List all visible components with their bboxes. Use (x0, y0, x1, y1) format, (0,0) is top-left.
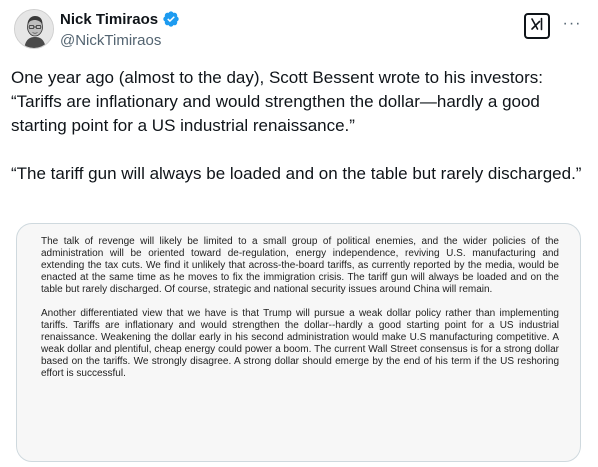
document-paragraph: Another differentiated view that we have… (41, 308, 559, 379)
verified-badge-icon[interactable] (162, 10, 180, 28)
grok-button[interactable] (524, 13, 550, 39)
tweet-paragraph: One year ago (almost to the day), Scott … (11, 68, 548, 135)
author-handle[interactable]: @NickTimiraos (60, 32, 161, 49)
tweet-text: One year ago (almost to the day), Scott … (11, 66, 591, 186)
attached-image[interactable]: The talk of revenge will likely be limit… (16, 223, 581, 462)
document-excerpt: The talk of revenge will likely be limit… (41, 236, 559, 380)
document-paragraph: The talk of revenge will likely be limit… (41, 236, 559, 295)
more-icon: ··· (562, 15, 582, 32)
more-options-button[interactable]: ··· (561, 12, 583, 36)
tweet-paragraph: “The tariff gun will always be loaded an… (11, 164, 582, 183)
author-name[interactable]: Nick Timiraos (60, 11, 158, 28)
grok-icon (529, 16, 545, 37)
avatar[interactable] (14, 9, 54, 49)
